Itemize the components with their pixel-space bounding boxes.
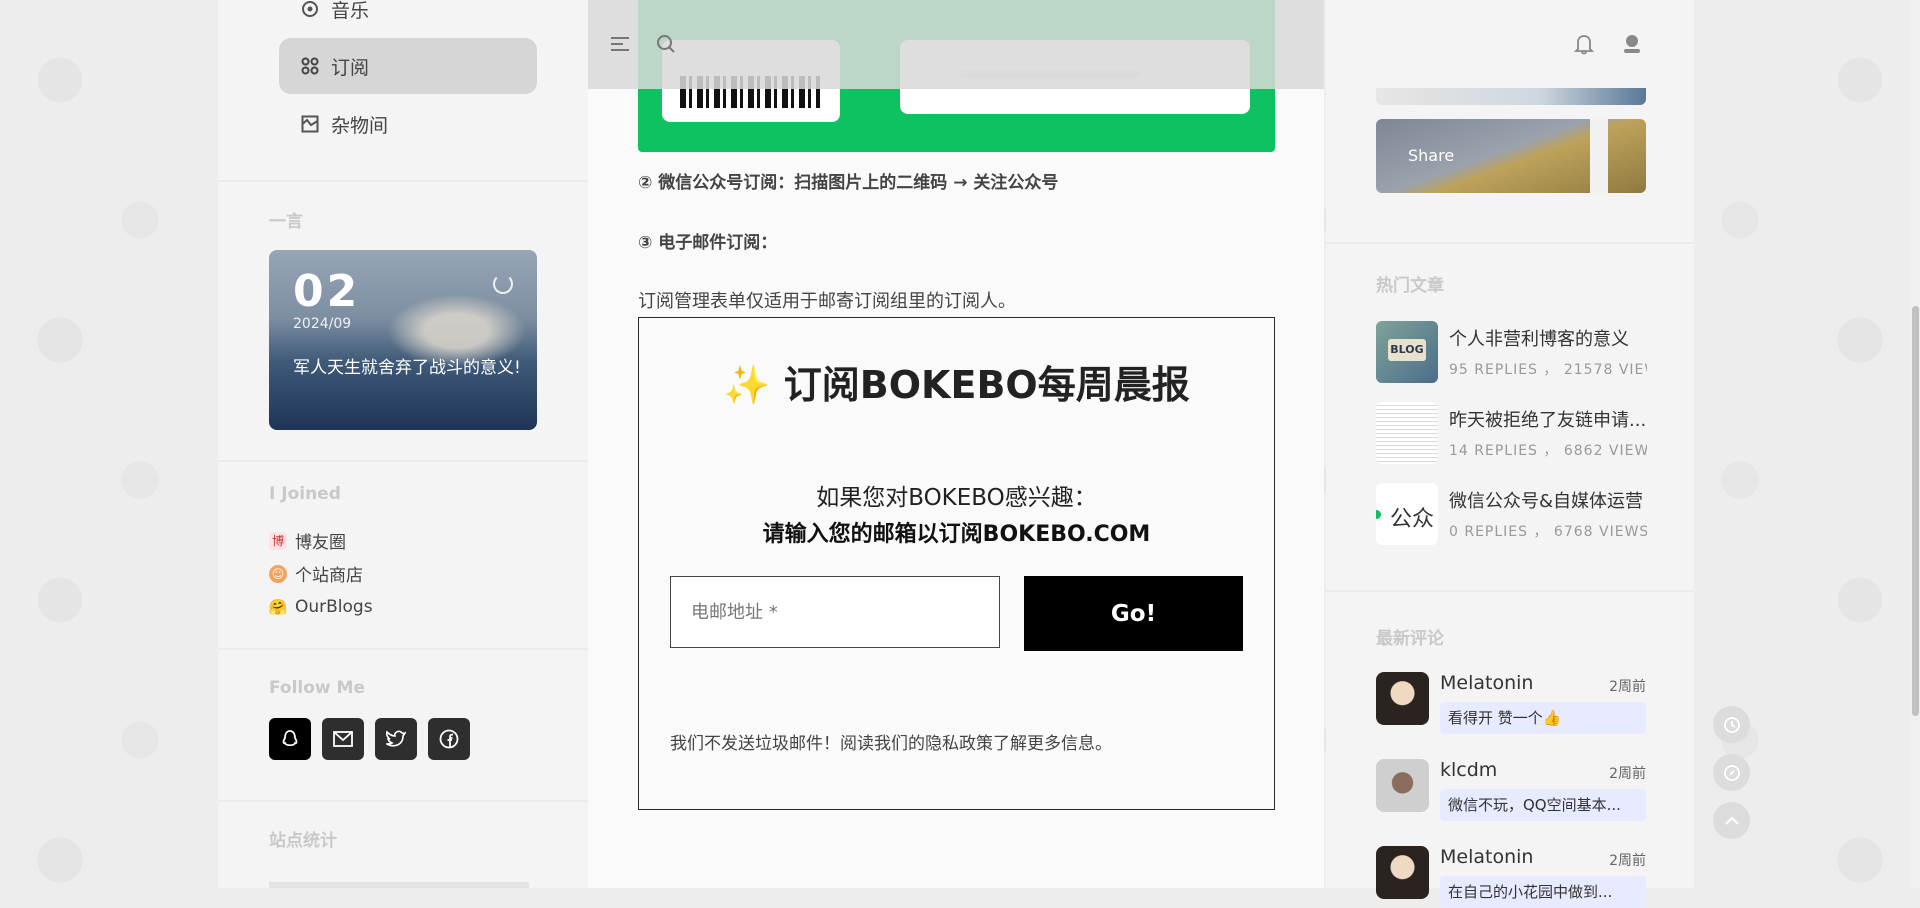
hitokoto-day: 02 xyxy=(293,266,361,317)
post-meta: 14 REPLIES ， 6862 VIEWS xyxy=(1449,443,1647,459)
post-thumbnail xyxy=(1376,402,1438,464)
post-title[interactable]: 微信公众号&自媒体运营 xyxy=(1449,487,1647,513)
submit-button[interactable]: Go! xyxy=(1024,576,1243,651)
box-icon xyxy=(299,113,321,135)
menu-icon[interactable] xyxy=(609,33,631,55)
hot-posts-title: 热门文章 xyxy=(1376,276,1444,296)
post-thumbnail: 公众 xyxy=(1376,483,1438,545)
divider xyxy=(218,180,588,182)
comment-author[interactable]: Melatonin xyxy=(1440,846,1533,868)
wechat-dot xyxy=(1376,510,1381,519)
divider xyxy=(218,800,588,802)
post-meta: 95 REPLIES ， 21578 VIEWS xyxy=(1449,362,1647,378)
hug-emoji-icon: 🤗 xyxy=(268,597,288,616)
comment-item[interactable]: Melatonin 2周前 在自己的小花园中做到... xyxy=(1376,846,1646,908)
qq-icon[interactable] xyxy=(269,718,311,760)
hitokoto-title: 一言 xyxy=(269,212,303,232)
hitokoto-text: 军人天生就舍弃了战斗的意义! xyxy=(293,358,521,378)
hot-post-item[interactable]: 昨天被拒绝了友链申请... 14 REPLIES ， 6862 VIEWS xyxy=(1376,402,1647,464)
follow-title: Follow Me xyxy=(269,678,366,698)
main-content: ② 微信公众号订阅：扫描图片上的二维码 → 关注公众号 ③ 电子邮件订阅： 订阅… xyxy=(588,0,1324,888)
form-instruction: 请输入您的邮箱以订阅BOKEBO.COM xyxy=(762,522,1151,547)
email-field[interactable] xyxy=(670,576,1000,648)
facebook-icon[interactable] xyxy=(428,718,470,760)
comment-time: 2周前 xyxy=(1609,766,1646,782)
newsletter-form: ✨ 订阅BOKEBO每周晨报 如果您对BOKEBO感兴趣： 请输入您的邮箱以订阅… xyxy=(638,317,1275,810)
joined-label: 个站商店 xyxy=(295,566,363,586)
social-links xyxy=(269,718,481,760)
subscribe-note: 订阅管理表单仅适用于邮寄订阅组里的订阅人。 xyxy=(638,291,1016,312)
joined-item-bokebo-circle[interactable]: 博 博友圈 xyxy=(269,524,373,557)
divider xyxy=(218,648,588,650)
right-sidebar: Share 热门文章 BLOG 个人非营利博客的意义 95 REPLIES ， … xyxy=(1326,0,1694,908)
avatar xyxy=(1376,759,1429,812)
comment-item[interactable]: klcdm 2周前 微信不玩，QQ空间基本... xyxy=(1376,759,1646,821)
post-meta: 0 REPLIES ， 6768 VIEWS xyxy=(1449,524,1647,540)
comment-text[interactable]: 看得开 赞一个👍 xyxy=(1440,702,1646,734)
nav-item-music[interactable]: 音乐 xyxy=(279,0,537,37)
scrollbar-thumb[interactable] xyxy=(1912,306,1919,716)
comment-time: 2周前 xyxy=(1609,679,1646,695)
joined-label: OurBlogs xyxy=(295,596,373,617)
comment-time: 2周前 xyxy=(1609,853,1646,869)
form-title: ✨ 订阅BOKEBO每周晨报 xyxy=(723,363,1190,407)
wechat-subscribe-step: ② 微信公众号订阅：扫描图片上的二维码 → 关注公众号 xyxy=(638,173,1059,193)
refresh-icon[interactable] xyxy=(493,274,513,294)
back-to-top-icon[interactable] xyxy=(1713,802,1750,839)
comment-text[interactable]: 在自己的小花园中做到... xyxy=(1440,876,1646,908)
nav-label: 订阅 xyxy=(331,56,370,79)
share-card[interactable]: Share xyxy=(1376,119,1646,193)
privacy-note: 我们不发送垃圾邮件！阅读我们的隐私政策了解更多信息。 xyxy=(670,734,1112,754)
nav-label: 音乐 xyxy=(331,0,370,22)
post-title[interactable]: 个人非营利博客的意义 xyxy=(1449,325,1647,351)
stats-placeholder xyxy=(269,882,529,888)
music-icon xyxy=(299,0,321,20)
nav-item-storage[interactable]: 杂物间 xyxy=(279,96,537,152)
bell-icon[interactable] xyxy=(1572,32,1596,56)
avatar xyxy=(1376,672,1429,725)
hot-post-item[interactable]: BLOG 个人非营利博客的意义 95 REPLIES ， 21578 VIEWS xyxy=(1376,321,1647,383)
share-label: Share xyxy=(1408,146,1455,165)
divider xyxy=(1326,590,1694,592)
joined-label: 博友圈 xyxy=(295,533,346,553)
comment-item[interactable]: Melatonin 2周前 看得开 赞一个👍 xyxy=(1376,672,1646,734)
top-bar xyxy=(588,0,1324,89)
thumb-text: 公众 xyxy=(1390,507,1435,532)
post-thumbnail: BLOG xyxy=(1376,321,1438,383)
avatar xyxy=(1376,846,1429,899)
hot-post-item[interactable]: 公众 微信公众号&自媒体运营 0 REPLIES ， 6768 VIEWS xyxy=(1376,483,1647,545)
history-icon[interactable] xyxy=(1713,706,1750,743)
joined-item-shop[interactable]: ☺ 个站商店 xyxy=(269,557,373,590)
search-icon[interactable] xyxy=(655,33,677,55)
shop-icon: ☺ xyxy=(269,564,287,583)
left-sidebar: 音乐 订阅 杂物间 一言 02 2024/09 军人天生就舍弃了战斗的意义! I… xyxy=(218,0,588,888)
twitter-icon[interactable] xyxy=(375,718,417,760)
hitokoto-card[interactable]: 02 2024/09 军人天生就舍弃了战斗的意义! xyxy=(269,250,537,430)
compass-icon[interactable] xyxy=(1713,754,1750,791)
post-title[interactable]: 昨天被拒绝了友链申请... xyxy=(1449,406,1647,432)
blog-sign-graphic: BLOG xyxy=(1388,339,1426,361)
lighthouse-graphic xyxy=(1590,119,1608,193)
joined-title: I Joined xyxy=(269,484,341,504)
form-intro: 如果您对BOKEBO感兴趣： xyxy=(816,485,1097,511)
featured-image[interactable] xyxy=(1376,88,1646,105)
joined-list: 博 博友圈 ☺ 个站商店 🤗 OurBlogs xyxy=(269,524,373,623)
email-icon[interactable] xyxy=(322,718,364,760)
bokebo-circle-icon: 博 xyxy=(269,531,287,550)
comment-author[interactable]: Melatonin xyxy=(1440,672,1533,694)
comment-author[interactable]: klcdm xyxy=(1440,759,1497,781)
nav-item-subscribe[interactable]: 订阅 xyxy=(279,38,537,94)
user-icon[interactable] xyxy=(1620,32,1644,56)
hitokoto-date: 2024/09 xyxy=(293,316,352,332)
recent-comments-title: 最新评论 xyxy=(1376,629,1444,649)
stats-title: 站点统计 xyxy=(269,831,337,851)
joined-item-ourblogs[interactable]: 🤗 OurBlogs xyxy=(269,590,373,623)
email-subscribe-step: ③ 电子邮件订阅： xyxy=(638,233,778,253)
nav-label: 杂物间 xyxy=(331,114,389,137)
divider xyxy=(218,460,588,462)
divider xyxy=(1326,242,1694,244)
grid-icon xyxy=(299,55,321,77)
comment-text[interactable]: 微信不玩，QQ空间基本... xyxy=(1440,789,1646,821)
